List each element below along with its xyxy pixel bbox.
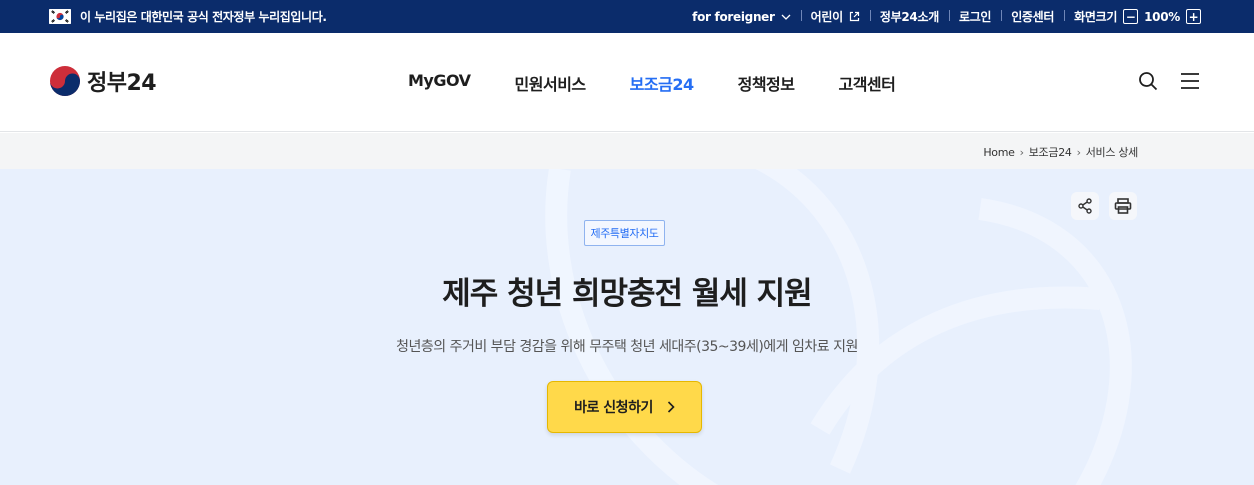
foreigner-label: for foreigner	[692, 9, 775, 24]
zoom-out-button[interactable]: −	[1123, 9, 1139, 24]
utility-links: for foreigner 어린이 정부24소개 로그인 인증센터 화면크기 −…	[682, 0, 1201, 33]
breadcrumb-current: 서비스 상세	[1085, 146, 1139, 159]
korean-flag-icon	[49, 9, 71, 24]
chevron-down-icon	[781, 14, 791, 20]
service-hero: 제주특별자치도 제주 청년 희망충전 월세 지원 청년층의 주거비 부담 경감을…	[0, 169, 1254, 485]
header-actions	[1138, 71, 1200, 91]
external-link-icon	[849, 11, 859, 22]
certificate-center-label: 인증센터	[1011, 10, 1055, 24]
zoom-control: 화면크기 − 100% +	[1064, 8, 1201, 25]
background-decoration	[545, 169, 1132, 485]
hero-actions	[1071, 192, 1137, 220]
chevron-right-icon: ›	[1076, 145, 1081, 159]
service-description: 청년층의 주거비 부담 경감을 위해 무주택 청년 세대주(35~39세)에게 …	[396, 339, 858, 355]
nav-mygov[interactable]: MyGOV	[386, 71, 493, 95]
nav-civil-service[interactable]: 민원서비스	[493, 71, 608, 95]
nav-customer-center[interactable]: 고객센터	[816, 71, 917, 95]
gov-notice-text: 이 누리집은 대한민국 공식 전자정부 누리집입니다.	[80, 10, 327, 24]
nav-policy-info[interactable]: 정책정보	[716, 71, 817, 95]
site-logo[interactable]: 정부24	[49, 65, 157, 97]
share-button[interactable]	[1071, 192, 1099, 220]
breadcrumb-bar: Home › 보조금24 › 서비스 상세	[0, 133, 1254, 169]
region-badge: 제주특별자치도	[584, 220, 665, 246]
login-link[interactable]: 로그인	[948, 8, 1001, 25]
taeguk-logo-icon	[50, 66, 80, 96]
chevron-right-icon	[667, 401, 675, 413]
foreigner-link[interactable]: for foreigner	[682, 10, 801, 24]
certificate-center-link[interactable]: 인증센터	[1001, 8, 1064, 25]
share-icon	[1078, 198, 1092, 214]
site-header: 정부24 MyGOV 민원서비스 보조금24 정책정보 고객센터	[0, 33, 1254, 132]
search-icon[interactable]	[1138, 71, 1158, 91]
logo-text: 정부24	[87, 71, 157, 96]
about-label: 정부24소개	[879, 10, 939, 24]
zoom-value: 100%	[1144, 9, 1180, 24]
apply-now-button[interactable]: 바로 신청하기	[547, 381, 702, 433]
breadcrumb: Home › 보조금24 › 서비스 상세	[983, 144, 1138, 160]
login-label: 로그인	[958, 10, 992, 24]
apply-now-label: 바로 신청하기	[574, 400, 653, 416]
breadcrumb-subsidy24[interactable]: 보조금24	[1029, 144, 1072, 160]
main-navigation: MyGOV 민원서비스 보조금24 정책정보 고객센터	[386, 71, 917, 95]
print-button[interactable]	[1109, 192, 1137, 220]
nav-subsidy24[interactable]: 보조금24	[608, 71, 716, 95]
zoom-label: 화면크기	[1074, 10, 1118, 24]
service-title: 제주 청년 희망충전 월세 지원	[442, 276, 812, 312]
zoom-in-button[interactable]: +	[1186, 9, 1201, 24]
breadcrumb-home[interactable]: Home	[983, 146, 1015, 159]
gov-banner: 이 누리집은 대한민국 공식 전자정부 누리집입니다. for foreigne…	[0, 0, 1254, 33]
menu-icon[interactable]	[1180, 71, 1200, 91]
about-link[interactable]: 정부24소개	[869, 8, 949, 25]
kids-link[interactable]: 어린이	[800, 8, 870, 25]
kids-label: 어린이	[810, 10, 844, 24]
chevron-right-icon: ›	[1019, 145, 1024, 159]
print-icon	[1114, 198, 1132, 214]
